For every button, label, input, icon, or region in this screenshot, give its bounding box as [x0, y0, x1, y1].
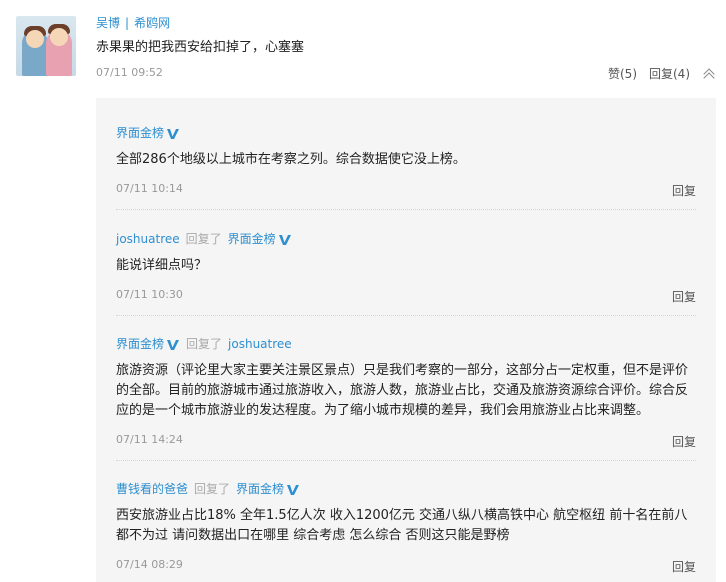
reply-footer: 07/11 10:30 回复 [116, 288, 696, 304]
reply-target[interactable]: 界面金榜 [236, 480, 284, 497]
replied-label: 回复了 [186, 337, 223, 351]
comment-actions: 赞(5) 回复(4) [608, 65, 716, 82]
comment-time: 07/11 09:52 [96, 66, 163, 79]
divider [116, 209, 696, 210]
reply-author[interactable]: joshuatree [116, 232, 180, 246]
reply-item: 界面金榜 全部286个地级以上城市在考察之列。综合数据使它没上榜。 07/11 … [116, 124, 696, 198]
reply-head: joshuatree 回复了 界面金榜 [116, 230, 696, 247]
reply-count-button[interactable]: 回复(4) [649, 65, 690, 82]
reply-text: 旅游资源（评论里大家主要关注景区景点）只是我们考察的一部分，这部分占一定权重，但… [116, 363, 689, 418]
reply-item: joshuatree 回复了 界面金榜 能说详细点吗？ 07/11 10:30 … [116, 230, 696, 305]
reply-item: 界面金榜 回复了 joshuatree 旅游资源（评论里大家主要关注景区景点）只… [116, 335, 696, 450]
verified-v-icon [278, 234, 292, 246]
reply-target[interactable]: joshuatree [228, 337, 292, 351]
replies-panel: 界面金榜 全部286个地级以上城市在考察之列。综合数据使它没上榜。 07/11 … [96, 98, 716, 582]
reply-button[interactable]: 回复 [672, 558, 696, 575]
reply-time: 07/14 08:29 [116, 558, 183, 571]
verified-v-icon [166, 128, 180, 140]
verified-v-icon [286, 484, 300, 496]
reply-author[interactable]: 界面金榜 [116, 335, 164, 352]
reply-text: 西安旅游业占比18% 全年1.5亿人次 收入1200亿元 交通八纵八横高铁中心 … [116, 508, 688, 543]
reply-head: 曹钱看的爸爸 回复了 界面金榜 [116, 480, 696, 497]
reply-button[interactable]: 回复 [672, 182, 696, 199]
avatar[interactable] [16, 16, 76, 76]
comment-source[interactable]: 希鸥网 [134, 16, 170, 30]
reply-text: 全部286个地级以上城市在考察之列。综合数据使它没上榜。 [116, 152, 466, 167]
collapse-icon[interactable] [702, 67, 716, 81]
reply-button[interactable]: 回复 [672, 288, 696, 305]
divider [116, 460, 696, 461]
comment-author-line: 吴博 | 希鸥网 [96, 14, 170, 31]
reply-time: 07/11 14:24 [116, 433, 183, 446]
reply-item: 曹钱看的爸爸 回复了 界面金榜 西安旅游业占比18% 全年1.5亿人次 收入12… [116, 480, 696, 574]
reply-target[interactable]: 界面金榜 [228, 230, 276, 247]
reply-time: 07/11 10:14 [116, 182, 183, 195]
replied-label: 回复了 [194, 482, 231, 496]
like-button[interactable]: 赞(5) [608, 65, 637, 82]
reply-footer: 07/11 10:14 回复 [116, 182, 696, 198]
reply-author[interactable]: 界面金榜 [116, 124, 164, 141]
reply-footer: 07/11 14:24 回复 [116, 433, 696, 449]
reply-head: 界面金榜 回复了 joshuatree [116, 335, 696, 352]
reply-text: 能说详细点吗？ [116, 258, 208, 273]
reply-time: 07/11 10:30 [116, 288, 183, 301]
divider [116, 315, 696, 316]
separator: | [125, 16, 130, 30]
verified-v-icon [166, 339, 180, 351]
replied-label: 回复了 [185, 232, 222, 246]
comment-author[interactable]: 吴博 [96, 16, 120, 30]
avatar-face [50, 28, 68, 46]
comment-thread: 吴博 | 希鸥网 赤果果的把我西安给扣掉了，心塞塞 07/11 09:52 赞(5)… [0, 0, 726, 582]
reply-author[interactable]: 曹钱看的爸爸 [116, 480, 188, 497]
reply-head: 界面金榜 [116, 124, 696, 141]
reply-button[interactable]: 回复 [672, 433, 696, 450]
avatar-face [26, 30, 44, 48]
reply-footer: 07/14 08:29 回复 [116, 558, 696, 574]
comment-text: 赤果果的把我西安给扣掉了，心塞塞 [96, 40, 305, 55]
